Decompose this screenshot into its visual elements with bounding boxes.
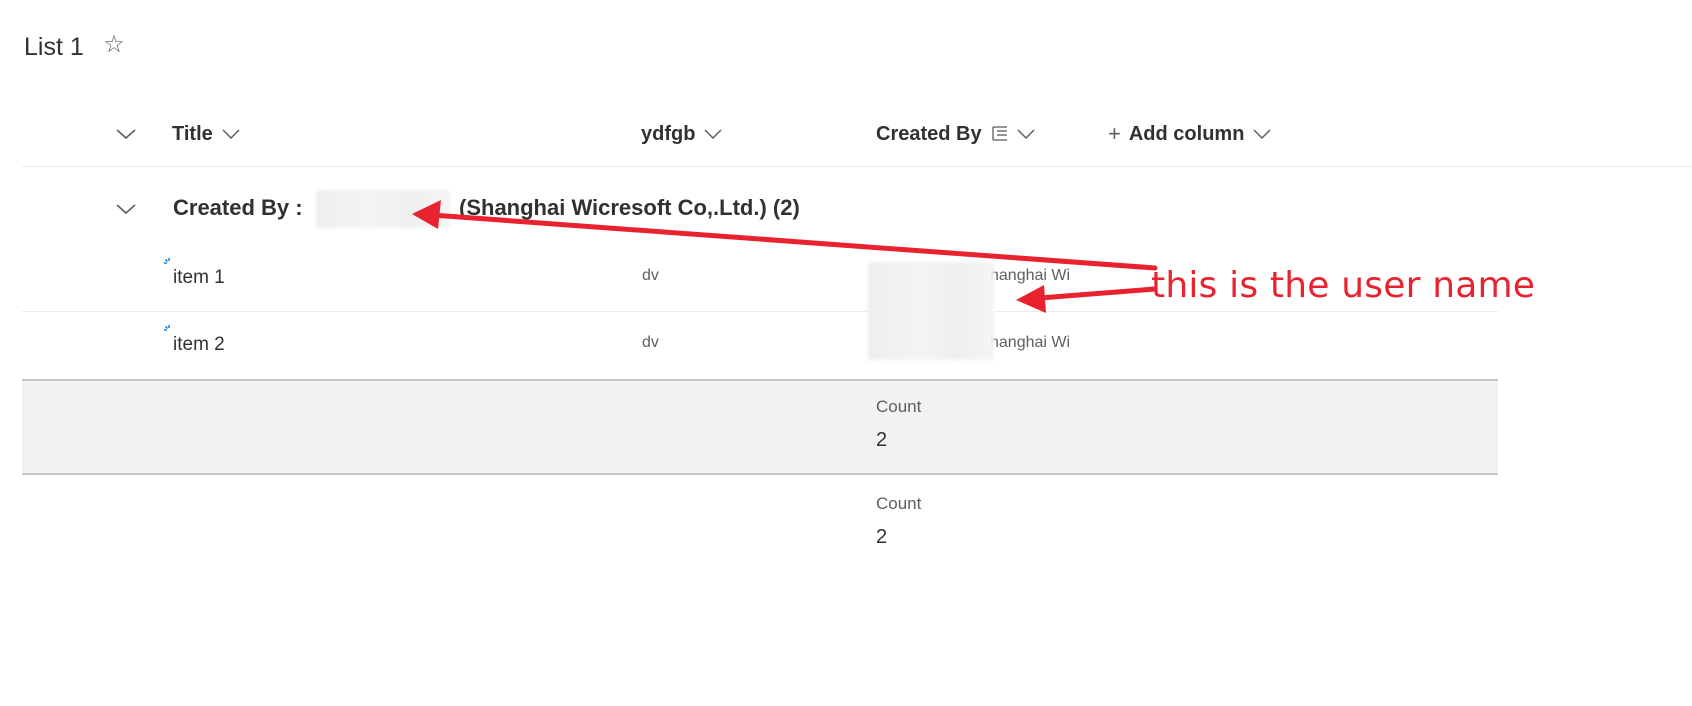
column-header-title[interactable]: Title [172, 118, 241, 150]
column-header-created-by-label: Created By [876, 122, 982, 145]
add-column-button[interactable]: + Add column [1108, 118, 1272, 150]
row-ydfgb-cell: dv [642, 334, 659, 351]
column-header-title-label: Title [172, 122, 213, 145]
row-divider [22, 311, 1498, 312]
chevron-down-icon [222, 129, 240, 140]
chevron-down-icon [1253, 129, 1271, 140]
group-collapse-button[interactable] [112, 195, 140, 223]
chevron-down-icon [1017, 129, 1035, 140]
chevron-down-icon [116, 129, 136, 140]
row-title-link[interactable]: item 1 [173, 266, 225, 290]
row-created-by-cell[interactable]: hanghai Wi [990, 265, 1092, 287]
group-by-icon [991, 126, 1007, 141]
favorite-star-icon[interactable]: ☆ [101, 32, 127, 58]
chevron-down-icon [116, 204, 136, 215]
group-header-label: Created By : [173, 195, 303, 220]
page-title: List 1 [24, 33, 84, 61]
header-divider [22, 166, 1692, 167]
column-header-ydfgb[interactable]: ydfgb [641, 118, 723, 150]
redacted-user-name [316, 190, 450, 228]
add-column-label: Add column [1128, 122, 1245, 145]
collapse-all-groups-button[interactable] [112, 120, 140, 148]
row-title-link[interactable]: item 2 [173, 333, 225, 357]
group-count-value: 2 [876, 429, 888, 451]
column-header-created-by[interactable]: Created By [876, 118, 1036, 150]
annotation-text: this is the user name [1151, 265, 1536, 306]
arrow-to-row-user [1016, 285, 1158, 313]
column-header-ydfgb-label: ydfgb [641, 122, 696, 145]
plus-icon: + [1108, 121, 1121, 146]
group-footer [22, 379, 1498, 475]
total-count-value: 2 [876, 526, 888, 548]
row-ydfgb-cell: dv [642, 267, 659, 284]
group-header-suffix: (Shanghai Wicresoft Co,.Ltd.) (2) [459, 195, 800, 220]
redacted-user-name [868, 262, 994, 360]
group-count-label: Count [876, 397, 922, 416]
annotation-arrows [412, 200, 1158, 313]
row-created-by-cell[interactable]: hanghai Wi [990, 332, 1092, 354]
total-count-label: Count [876, 494, 922, 513]
chevron-down-icon [704, 129, 722, 140]
